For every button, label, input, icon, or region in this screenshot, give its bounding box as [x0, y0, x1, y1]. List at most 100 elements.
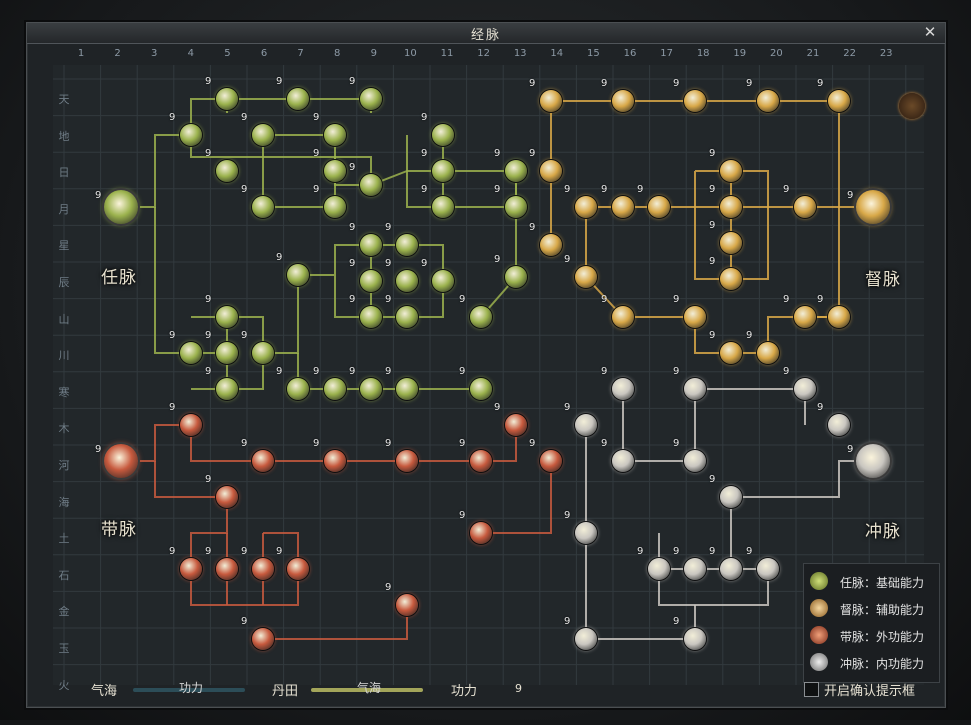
- acupoint-node[interactable]: [505, 266, 527, 288]
- acupoint-node[interactable]: [324, 160, 346, 182]
- acupoint-node[interactable]: [612, 450, 634, 472]
- acupoint-node[interactable]: [505, 414, 527, 436]
- acupoint-node[interactable]: [828, 90, 850, 112]
- acupoint-node[interactable]: [757, 90, 779, 112]
- acupoint-node[interactable]: [575, 522, 597, 544]
- acupoint-node[interactable]: [216, 88, 238, 110]
- acupoint-node[interactable]: [180, 124, 202, 146]
- acupoint-node[interactable]: [287, 558, 309, 580]
- acupoint-node[interactable]: [757, 558, 779, 580]
- acupoint-node[interactable]: [612, 306, 634, 328]
- acupoint-node[interactable]: [252, 342, 274, 364]
- acupoint-node[interactable]: [470, 306, 492, 328]
- acupoint-node[interactable]: [216, 306, 238, 328]
- acupoint-node[interactable]: [216, 342, 238, 364]
- du-hub-icon[interactable]: [856, 190, 890, 224]
- acupoint-node[interactable]: [720, 268, 742, 290]
- acupoint-node[interactable]: [794, 378, 816, 400]
- acupoint-node[interactable]: [324, 196, 346, 218]
- node-count: 9: [673, 438, 680, 449]
- acupoint-node[interactable]: [684, 628, 706, 650]
- acupoint-node[interactable]: [287, 264, 309, 286]
- acupoint-node[interactable]: [360, 378, 382, 400]
- acupoint-node[interactable]: [720, 486, 742, 508]
- node-count: 9: [276, 76, 283, 87]
- acupoint-node[interactable]: [794, 196, 816, 218]
- acupoint-node[interactable]: [720, 232, 742, 254]
- acupoint-node[interactable]: [575, 266, 597, 288]
- title-bar[interactable]: 经脉 ✕: [27, 23, 945, 44]
- acupoint-node[interactable]: [252, 450, 274, 472]
- acupoint-node[interactable]: [396, 378, 418, 400]
- acupoint-node[interactable]: [360, 234, 382, 256]
- acupoint-node[interactable]: [575, 414, 597, 436]
- acupoint-node[interactable]: [470, 522, 492, 544]
- acupoint-node[interactable]: [432, 124, 454, 146]
- acupoint-node[interactable]: [757, 342, 779, 364]
- acupoint-node[interactable]: [684, 558, 706, 580]
- acupoint-node[interactable]: [720, 196, 742, 218]
- acupoint-node[interactable]: [432, 196, 454, 218]
- acupoint-node[interactable]: [287, 378, 309, 400]
- acupoint-node[interactable]: [180, 414, 202, 436]
- acupoint-node[interactable]: [396, 234, 418, 256]
- dai-hub-icon[interactable]: [104, 444, 138, 478]
- confirm-checkbox[interactable]: [804, 682, 819, 697]
- acupoint-node[interactable]: [720, 160, 742, 182]
- acupoint-node[interactable]: [720, 558, 742, 580]
- acupoint-node[interactable]: [612, 378, 634, 400]
- acupoint-node[interactable]: [216, 160, 238, 182]
- acupoint-node[interactable]: [828, 306, 850, 328]
- character-status-icon[interactable]: [899, 93, 925, 119]
- acupoint-node[interactable]: [396, 450, 418, 472]
- acupoint-node[interactable]: [612, 196, 634, 218]
- acupoint-node[interactable]: [287, 88, 309, 110]
- dai-meridian-label: 带脉: [101, 520, 137, 540]
- acupoint-node[interactable]: [360, 174, 382, 196]
- node-count: 9: [95, 190, 102, 201]
- acupoint-node[interactable]: [720, 342, 742, 364]
- acupoint-node[interactable]: [252, 196, 274, 218]
- acupoint-node[interactable]: [612, 90, 634, 112]
- acupoint-node[interactable]: [396, 306, 418, 328]
- acupoint-node[interactable]: [324, 378, 346, 400]
- acupoint-node[interactable]: [540, 234, 562, 256]
- acupoint-node[interactable]: [252, 628, 274, 650]
- acupoint-node[interactable]: [216, 558, 238, 580]
- acupoint-node[interactable]: [216, 378, 238, 400]
- acupoint-node[interactable]: [180, 558, 202, 580]
- acupoint-node[interactable]: [684, 378, 706, 400]
- close-button[interactable]: ✕: [921, 24, 939, 41]
- acupoint-node[interactable]: [575, 196, 597, 218]
- acupoint-node[interactable]: [360, 88, 382, 110]
- acupoint-node[interactable]: [684, 90, 706, 112]
- acupoint-node[interactable]: [648, 196, 670, 218]
- ren-hub-icon[interactable]: [104, 190, 138, 224]
- acupoint-node[interactable]: [684, 450, 706, 472]
- acupoint-node[interactable]: [252, 124, 274, 146]
- acupoint-node[interactable]: [540, 450, 562, 472]
- acupoint-node[interactable]: [684, 306, 706, 328]
- acupoint-node[interactable]: [828, 414, 850, 436]
- acupoint-node[interactable]: [794, 306, 816, 328]
- acupoint-node[interactable]: [324, 124, 346, 146]
- acupoint-node[interactable]: [396, 594, 418, 616]
- acupoint-node[interactable]: [360, 306, 382, 328]
- acupoint-node[interactable]: [470, 378, 492, 400]
- acupoint-node[interactable]: [505, 196, 527, 218]
- acupoint-node[interactable]: [180, 342, 202, 364]
- chong-hub-icon[interactable]: [856, 444, 890, 478]
- acupoint-node[interactable]: [396, 270, 418, 292]
- acupoint-node[interactable]: [360, 270, 382, 292]
- acupoint-node[interactable]: [540, 160, 562, 182]
- acupoint-node[interactable]: [470, 450, 492, 472]
- acupoint-node[interactable]: [575, 628, 597, 650]
- acupoint-node[interactable]: [324, 450, 346, 472]
- acupoint-node[interactable]: [216, 486, 238, 508]
- acupoint-node[interactable]: [505, 160, 527, 182]
- acupoint-node[interactable]: [648, 558, 670, 580]
- acupoint-node[interactable]: [252, 558, 274, 580]
- acupoint-node[interactable]: [432, 160, 454, 182]
- acupoint-node[interactable]: [540, 90, 562, 112]
- acupoint-node[interactable]: [432, 270, 454, 292]
